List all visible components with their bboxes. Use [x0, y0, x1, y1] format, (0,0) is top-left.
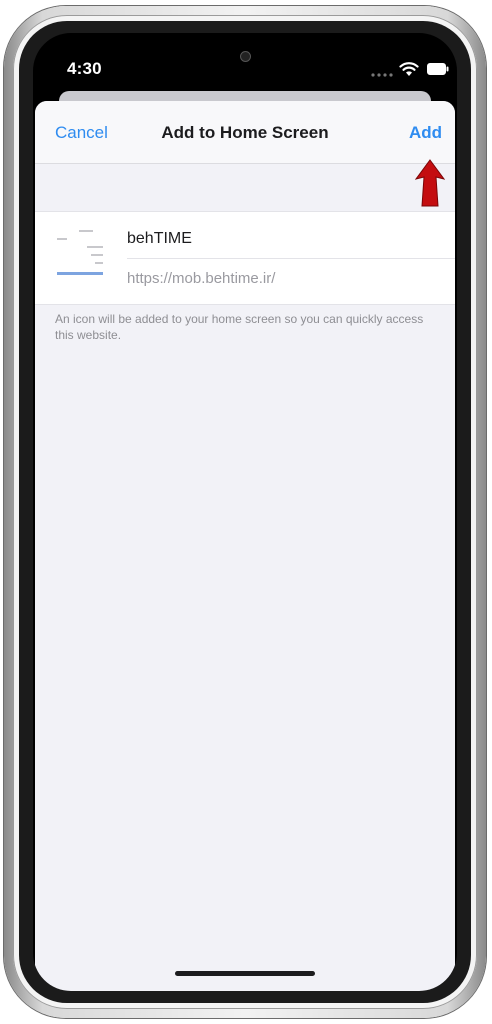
footnote-text: An icon will be added to your home scree… — [55, 312, 424, 342]
thumb-line — [91, 254, 103, 256]
navigation-bar: Cancel Add to Home Screen Add — [35, 101, 455, 164]
wifi-icon — [399, 62, 419, 76]
page-title: Add to Home Screen — [161, 123, 329, 142]
phone-screen: 4:30 Cancel Add to Home Screen Add behTI… — [33, 33, 457, 991]
field-divider — [127, 258, 455, 259]
thumb-line — [79, 230, 93, 232]
website-icon-preview — [51, 224, 109, 282]
front-camera-icon — [240, 51, 251, 62]
home-indicator[interactable] — [175, 971, 315, 976]
thumb-line — [95, 262, 103, 264]
url-text: https://mob.behtime.ir/ — [127, 270, 276, 287]
cellular-signal-icon — [371, 73, 393, 77]
red-arrow-icon — [415, 159, 445, 207]
phone-body: 4:30 Cancel Add to Home Screen Add behTI… — [19, 21, 471, 1003]
thumb-bar — [57, 272, 103, 275]
page: 4:30 Cancel Add to Home Screen Add behTI… — [0, 0, 492, 1024]
phone-frame: 4:30 Cancel Add to Home Screen Add behTI… — [4, 6, 486, 1018]
status-time: 4:30 — [67, 59, 102, 78]
name-field[interactable] — [127, 224, 455, 254]
status-bar: 4:30 — [33, 33, 457, 89]
add-to-home-sheet: Cancel Add to Home Screen Add behTIME ht… — [35, 101, 455, 991]
phone-bezel: 4:30 Cancel Add to Home Screen Add behTI… — [13, 15, 477, 1009]
thumb-line — [87, 246, 103, 248]
add-button[interactable]: Add — [409, 123, 442, 143]
bookmark-form: https://mob.behtime.ir/ — [35, 211, 455, 305]
battery-icon — [427, 63, 449, 75]
thumb-line — [57, 238, 67, 240]
